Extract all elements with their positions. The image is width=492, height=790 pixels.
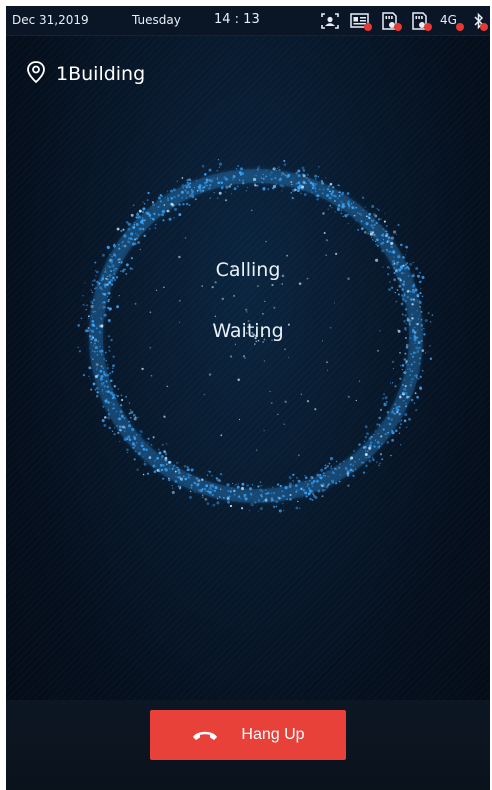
error-badge (424, 23, 432, 31)
error-badge (456, 23, 464, 31)
location: 1Building (26, 60, 145, 88)
network-label: 4G (440, 13, 457, 27)
call-substatus: Waiting (212, 320, 284, 342)
4g-network-icon: 4G (440, 12, 464, 31)
location-label: 1Building (56, 63, 146, 85)
error-badge (364, 23, 372, 31)
card-reader-icon (350, 12, 372, 31)
hang-up-button[interactable]: Hang Up (150, 710, 346, 760)
location-pin-icon (26, 60, 46, 89)
sd-card-icon (380, 12, 402, 31)
status-weekday: Tuesday (132, 13, 181, 27)
sd-card-icon (410, 12, 432, 31)
calling-screen: Dec 31,2019 Tuesday 14 : 13 4G 1Building… (6, 6, 490, 790)
error-badge (394, 23, 402, 31)
bottom-action-bar: Hang Up (6, 700, 490, 790)
hang-up-label: Hang Up (241, 726, 305, 743)
status-icons: 4G (320, 11, 488, 31)
bluetooth-icon (472, 12, 488, 31)
status-time: 14 : 13 (214, 12, 260, 27)
face-id-icon (320, 12, 340, 30)
call-status: Calling (215, 259, 281, 281)
phone-hangup-icon (191, 728, 219, 742)
status-bar: Dec 31,2019 Tuesday 14 : 13 4G (6, 6, 490, 36)
status-date: Dec 31,2019 (12, 13, 89, 27)
error-badge (480, 23, 488, 31)
